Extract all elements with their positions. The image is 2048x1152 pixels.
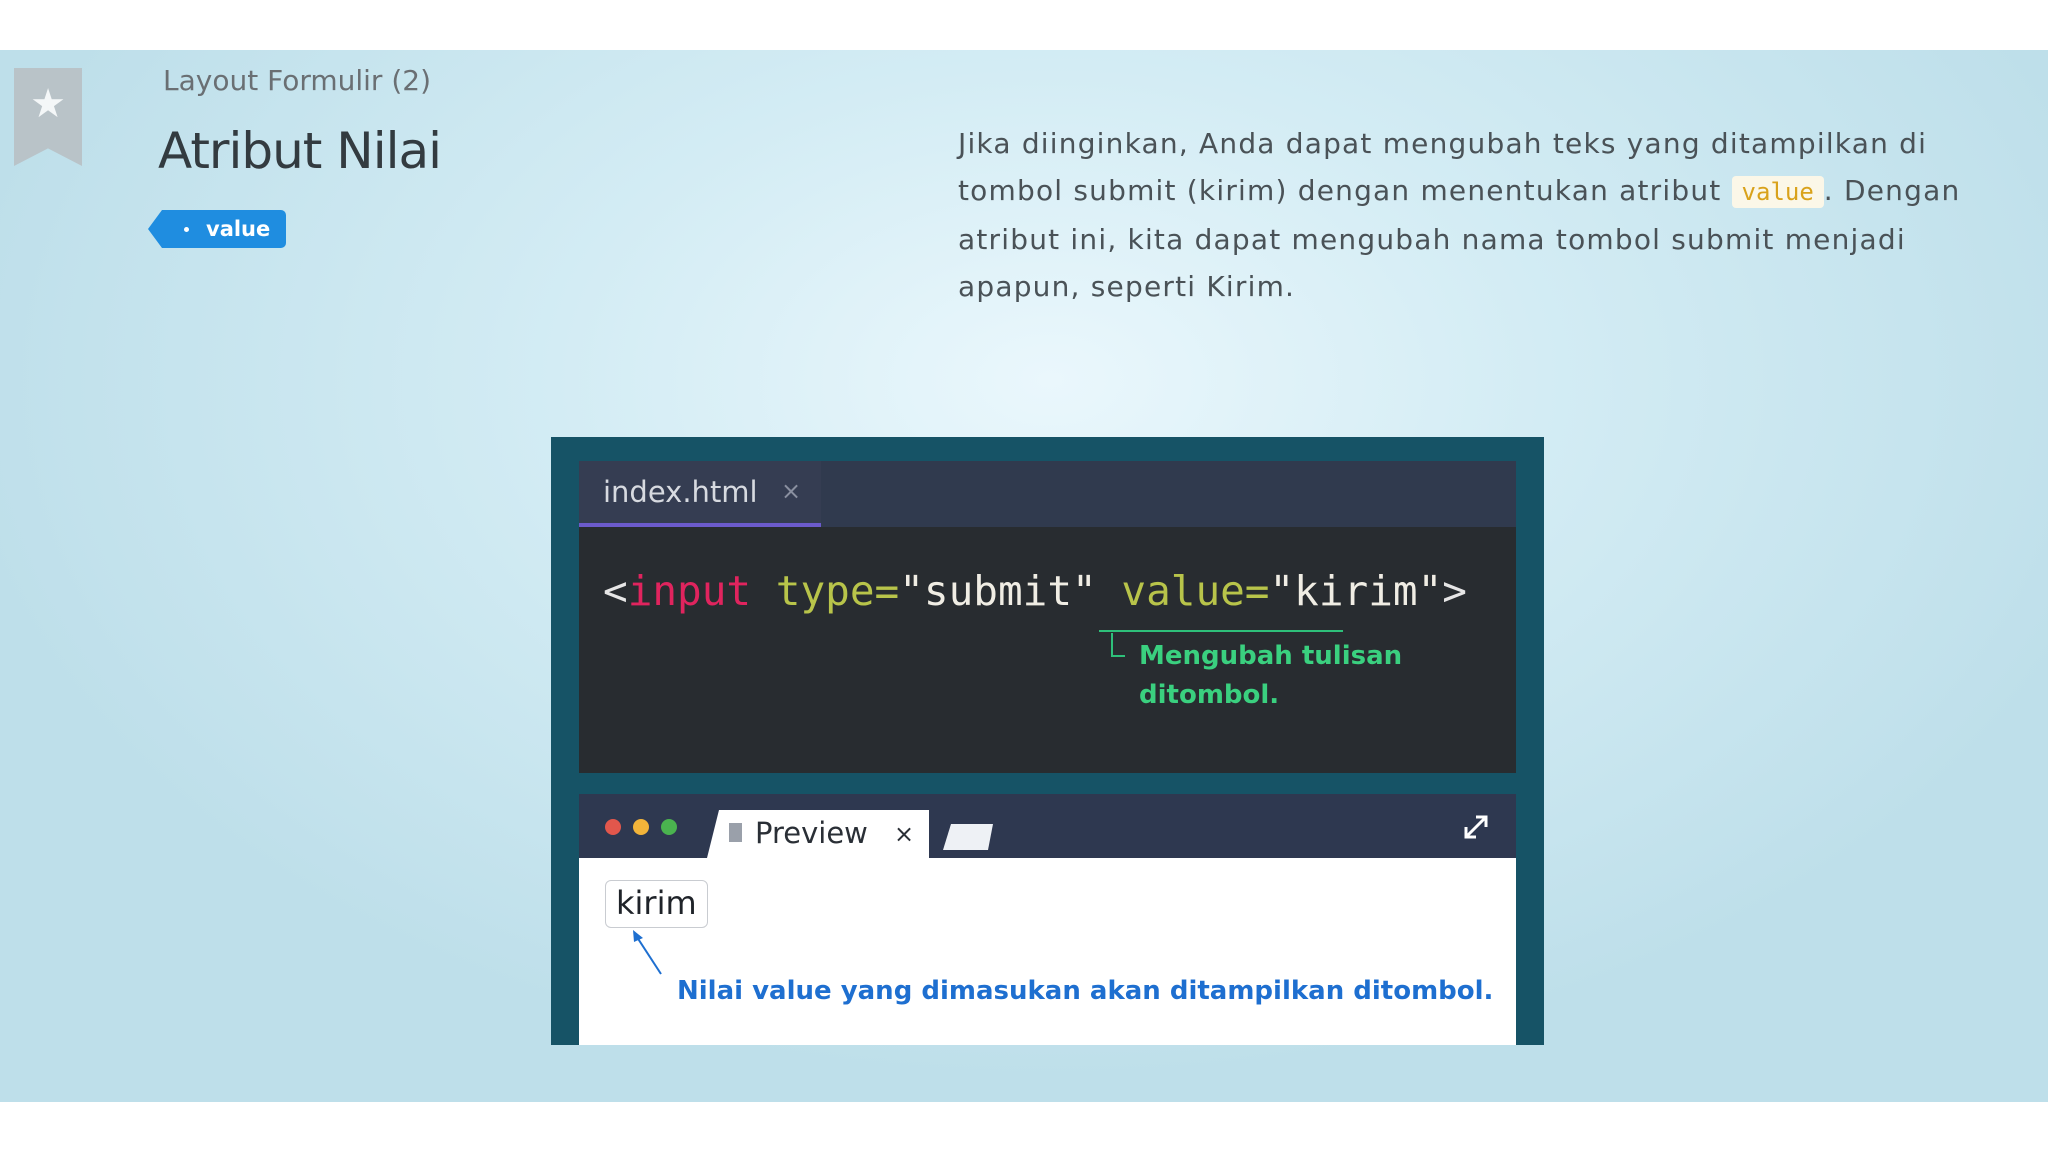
code-line: <input type="submit" value="kirim"> — [603, 567, 1467, 615]
slide: ★ Layout Formulir (2) Atribut Nilai valu… — [0, 50, 2048, 1102]
tab-index-html[interactable]: index.html × — [579, 461, 821, 527]
close-preview-icon[interactable]: × — [894, 820, 914, 848]
new-tab-button[interactable] — [943, 824, 993, 850]
code-attr-value: value= — [1121, 567, 1270, 615]
preview-annotation: Nilai value yang dimasukan akan ditampil… — [677, 976, 1494, 1006]
document-icon — [729, 823, 742, 842]
code-panel: index.html × <input type="submit" value=… — [579, 461, 1516, 773]
code-value-kirim: "kirim" — [1269, 567, 1443, 615]
maximize-window-dot[interactable] — [661, 819, 677, 835]
minimize-window-dot[interactable] — [633, 819, 649, 835]
editor-tab-bar: index.html × — [579, 461, 1516, 527]
section-title: Layout Formulir (2) — [163, 64, 431, 97]
preview-tab-label: Preview — [755, 816, 868, 850]
tag-label: value — [206, 217, 271, 241]
tab-preview[interactable]: Preview × — [707, 810, 929, 858]
highlight-underline — [1099, 630, 1343, 632]
code-value-submit: "submit" — [899, 567, 1097, 615]
description-text: Jika diinginkan, Anda dapat mengubah tek… — [958, 120, 2018, 310]
code-open-bracket: < — [603, 567, 628, 615]
code-tag-name: input — [627, 567, 752, 615]
editor-card: index.html × <input type="submit" value=… — [551, 437, 1544, 1045]
star-icon: ★ — [30, 81, 66, 127]
page-title: Atribut Nilai — [158, 122, 442, 180]
keyword-tag: value — [148, 210, 286, 248]
preview-toolbar: Preview × — [579, 794, 1516, 858]
expand-icon[interactable] — [1461, 812, 1491, 842]
close-window-dot[interactable] — [605, 819, 621, 835]
tag-dot-icon — [184, 227, 189, 232]
code-close-bracket: > — [1442, 567, 1467, 615]
preview-panel: Preview × kirim Nilai value yang dimasuk… — [579, 794, 1516, 1045]
code-attr-type: type= — [775, 567, 900, 615]
close-tab-icon[interactable]: × — [781, 477, 801, 505]
inline-code-value: value — [1731, 176, 1824, 208]
kirim-submit-button[interactable]: kirim — [605, 880, 708, 928]
arrow-icon — [633, 930, 662, 975]
tab-filename: index.html — [603, 475, 758, 509]
code-annotation: Mengubah tulisan ditombol. — [1139, 641, 1403, 710]
annotation-bracket — [1111, 633, 1125, 657]
bookmark-icon[interactable]: ★ — [14, 68, 82, 166]
